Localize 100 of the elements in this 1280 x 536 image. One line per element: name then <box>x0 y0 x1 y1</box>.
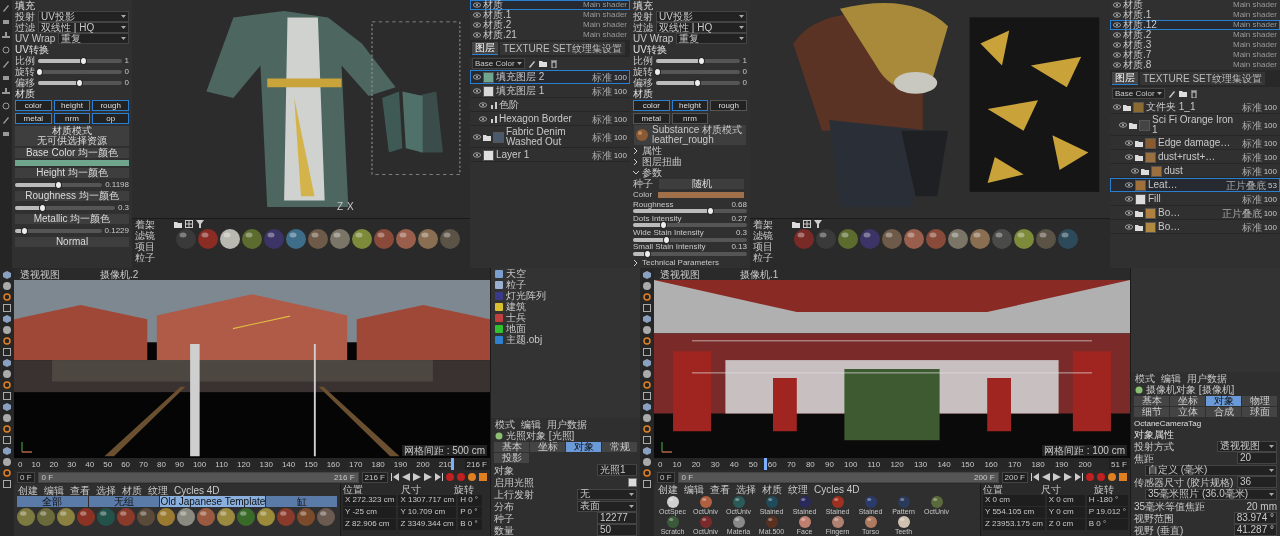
grid-icon[interactable] <box>185 220 193 228</box>
attribute-tab[interactable]: 基本 <box>494 442 529 452</box>
brush-icon[interactable] <box>2 116 10 124</box>
material-ball[interactable] <box>948 229 968 249</box>
coordinate-field[interactable]: Z 0 cm <box>1046 519 1085 530</box>
material-row[interactable]: 材质.2 Main shader <box>470 20 630 30</box>
dropdown[interactable]: 双线性 | HQ <box>38 22 129 33</box>
material-ball[interactable] <box>286 229 306 249</box>
channel-toggle[interactable]: metal <box>15 113 52 124</box>
material-ball[interactable] <box>308 229 328 249</box>
eye-icon[interactable] <box>1113 2 1121 8</box>
channel-toggle[interactable]: color <box>633 100 670 111</box>
menu-item[interactable]: 查看 <box>710 484 730 495</box>
attribute-tab[interactable]: 常规 <box>602 442 637 452</box>
material-ball[interactable] <box>897 516 910 528</box>
grid-icon[interactable] <box>643 304 651 312</box>
material-row[interactable]: 材质.21 Main shader <box>470 30 630 40</box>
material-row[interactable]: 材质 Main shader <box>1110 0 1280 10</box>
dropdown[interactable]: 重复 <box>58 33 129 44</box>
channel-toggle[interactable]: rough <box>92 100 129 111</box>
step-back-icon[interactable] <box>1042 473 1050 481</box>
slider[interactable] <box>656 69 740 74</box>
material-ball[interactable] <box>17 508 35 526</box>
brush-icon[interactable] <box>2 60 10 68</box>
eye-icon[interactable] <box>1113 52 1121 58</box>
slider-thumb[interactable] <box>75 78 83 87</box>
object-name[interactable]: 建筑 <box>506 301 526 312</box>
input-button[interactable]: Height 均一颜色 <box>15 168 129 178</box>
chevron-right-icon[interactable] <box>633 259 639 266</box>
material-ball[interactable] <box>330 229 350 249</box>
value-field[interactable]: 12277 <box>597 512 637 524</box>
attribute-tab[interactable]: 坐标 <box>1170 396 1205 406</box>
attribute-tab[interactable]: 坐标 <box>530 442 565 452</box>
menu-item[interactable]: 编辑 <box>521 418 541 430</box>
slider[interactable] <box>633 209 747 214</box>
coordinate-field[interactable]: X 272.323 cm <box>343 495 397 506</box>
menu-item[interactable]: 编辑 <box>1161 372 1181 384</box>
material-row[interactable]: 材质.2 Main shader <box>1110 30 1280 40</box>
slider-thumb[interactable] <box>35 67 43 76</box>
eye-icon[interactable] <box>473 12 481 18</box>
eye-icon[interactable] <box>1113 104 1121 110</box>
eye-icon[interactable] <box>1125 224 1133 230</box>
cube-icon[interactable] <box>3 271 11 279</box>
menu-item[interactable]: 选择 <box>736 484 756 495</box>
skip-start-icon[interactable] <box>1031 473 1039 481</box>
chevron-right-icon[interactable] <box>633 158 639 165</box>
ring-icon[interactable] <box>643 469 651 477</box>
ring-icon[interactable] <box>3 293 11 301</box>
object-name[interactable]: 士兵 <box>506 312 526 323</box>
ring-icon[interactable] <box>643 381 651 389</box>
ring-icon[interactable] <box>3 381 11 389</box>
material-ball[interactable] <box>1036 229 1056 249</box>
channel-toggle[interactable]: rough <box>710 100 747 111</box>
brush-icon[interactable] <box>1167 89 1176 98</box>
start-frame-field[interactable]: 0 F <box>657 471 675 483</box>
step-forward-icon[interactable] <box>1064 473 1072 481</box>
coordinate-field[interactable]: Z 82.906 cm <box>343 519 397 530</box>
layer-row[interactable]: Layer 1 标准 100 <box>470 148 630 162</box>
skip-end-icon[interactable] <box>1075 473 1083 481</box>
menu-item[interactable]: 纹理 <box>788 484 808 495</box>
eraser-icon[interactable] <box>2 74 10 82</box>
menu-item[interactable]: 用户数据 <box>1187 372 1227 384</box>
material-ball[interactable] <box>882 229 902 249</box>
channel-dropdown[interactable]: Base Color <box>1112 88 1165 99</box>
folder-icon[interactable] <box>792 220 800 228</box>
cube-icon[interactable] <box>643 315 651 323</box>
stamp-icon[interactable] <box>2 32 10 40</box>
attribute-tab[interactable]: 基本 <box>1134 396 1169 406</box>
eye-icon[interactable] <box>473 152 481 158</box>
attribute-tab[interactable]: 投影 <box>494 453 529 463</box>
slider-thumb[interactable] <box>38 203 46 212</box>
material-group-tab[interactable]: Old Japanese Template <box>160 496 266 507</box>
value-field[interactable]: 50 <box>597 524 637 536</box>
circle-icon[interactable] <box>2 46 10 54</box>
play-icon[interactable] <box>1053 473 1061 481</box>
material-row[interactable]: 材质.1 Main shader <box>1110 10 1280 20</box>
coordinate-field[interactable]: B 0 ° <box>1086 519 1128 530</box>
material-ball[interactable] <box>864 516 877 528</box>
substance-card[interactable]: Substance 材质模式 leather_rough <box>634 125 746 145</box>
timeline-ruler[interactable]: 0 10 20 30 40 50 60 70 80 90 100 110 120 130 140 150 160 170 180 190 200 210 <box>14 458 456 470</box>
random-button[interactable]: 随机 <box>659 178 744 189</box>
cube-icon[interactable] <box>3 359 11 367</box>
object-name[interactable]: 灯光阵列 <box>506 290 546 301</box>
material-ball[interactable] <box>831 516 844 528</box>
channel-toggle[interactable]: nrm <box>671 113 709 124</box>
dropdown[interactable]: 重复 <box>676 33 747 44</box>
sphere-icon[interactable] <box>3 458 11 466</box>
sphere-icon[interactable] <box>643 326 651 334</box>
coordinate-field[interactable]: Y 0 cm <box>1046 507 1085 518</box>
material-ball[interactable] <box>37 508 55 526</box>
folder-icon[interactable] <box>538 60 547 67</box>
value-field[interactable]: 83.974 ° <box>1233 512 1277 524</box>
channel-toggle[interactable]: height <box>671 100 709 111</box>
menu-item[interactable]: 纹理 <box>148 484 168 496</box>
step-back-icon[interactable] <box>402 473 410 481</box>
material-row[interactable]: 材质.3 Main shader <box>1110 40 1280 50</box>
coordinate-field[interactable]: X 0 cm <box>983 495 1045 506</box>
grid-icon[interactable] <box>3 436 11 444</box>
material-ball[interactable] <box>904 229 924 249</box>
material-row[interactable]: 材质 Main shader <box>470 0 630 10</box>
